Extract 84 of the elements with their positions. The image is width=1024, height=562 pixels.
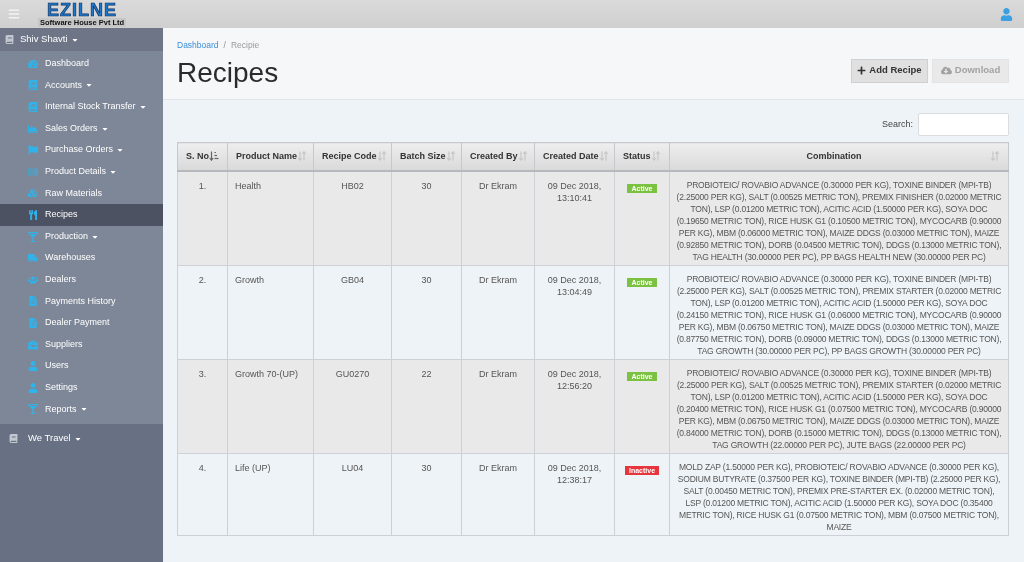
table-cell: Dr Ekram bbox=[461, 359, 535, 453]
area-chart-icon bbox=[27, 123, 38, 134]
table-cell: GU0270 bbox=[313, 359, 392, 453]
menu-icon[interactable] bbox=[8, 8, 20, 20]
table-cell: 2. bbox=[177, 265, 228, 359]
column-header[interactable]: S. No bbox=[177, 142, 228, 171]
sidebar-item[interactable]: Reports bbox=[0, 398, 163, 421]
column-header[interactable]: Created By bbox=[461, 142, 535, 171]
sidebar-item[interactable]: Raw Materials bbox=[0, 182, 163, 205]
sidebar-item[interactable]: Accounts bbox=[0, 74, 163, 97]
plus-icon bbox=[857, 66, 867, 75]
table-cell: 30 bbox=[391, 453, 462, 535]
page-title: Recipes bbox=[177, 57, 279, 89]
table-cell: GB04 bbox=[313, 265, 392, 359]
table-cell: 30 bbox=[391, 265, 462, 359]
document-icon bbox=[27, 317, 38, 328]
glass-icon bbox=[27, 404, 38, 415]
sidebar-group-toggle[interactable]: Shiv Shavti bbox=[0, 28, 163, 51]
table-cell: Dr Ekram bbox=[461, 453, 535, 535]
truck-icon bbox=[27, 253, 38, 264]
add-recipe-button[interactable]: Add Recipe bbox=[851, 58, 928, 83]
table-cell: Dr Ekram bbox=[461, 265, 535, 359]
table-cell: PROBIOTEIC/ ROVABIO ADVANCE (0.30000 PER KG), TOXINE BINDER (MPI-TB) (2.25000 PER KG), SALT (0.00525 METRIC TON), PREMIX FINISHER (0.02000 METRIC TON), LSP (0.01200 METRIC TON), ACITIC ACID (1.50000 PER KG), SOYA DOC (0.19650 METRIC TON), RICE HUSK G1 (0.10500 METRIC TON), MYCOCARB (0.90000 PER KG), MBM (0.06000 METRIC TON), MAIZE DDGS (0.03000 METRIC TON), MAIZE (0.92850 METRIC TON), DORB (0.04500 METRIC TON), DDGS (0.13000 METRIC TON), TAG HEALTH (30.00000 PER PC), PP BAGS HEALTH NEW (30.00000 PER PC) bbox=[669, 170, 1009, 265]
table-cell: 09 Dec 2018, 12:38:17 bbox=[534, 453, 615, 535]
user-icon[interactable] bbox=[1000, 7, 1013, 21]
table-cell: 09 Dec 2018, 13:10:41 bbox=[534, 170, 615, 265]
table-cell: HB02 bbox=[313, 170, 392, 265]
column-header[interactable]: Status bbox=[614, 142, 670, 171]
sidebar-item[interactable]: Internal Stock Transfer bbox=[0, 96, 163, 118]
search-field[interactable] bbox=[918, 113, 1009, 136]
search-label: Search: bbox=[881, 117, 913, 131]
table-cell: Health bbox=[227, 170, 314, 265]
book-icon bbox=[27, 102, 38, 112]
column-header[interactable]: Recipe Code bbox=[313, 142, 392, 171]
table-cell: 3. bbox=[177, 359, 228, 453]
table-cell: MOLD ZAP (1.50000 PER KG), PROBIOTEIC/ ROVABIO ADVANCE (0.30000 PER KG), SODIUM BUTYRATE (0.37500 PER KG), TOXINE BINDER (MPI-TB) (2.25000 PER KG), SALT (0.00450 METRIC TON), PREMIX PRE-STARTER EX. (0.02000 METRIC TON), LSP (0.01200 METRIC TON), ACITIC ACID (1.50000 PER KG), SOYA DOC (0.35400 METRIC TON), RICE HUSK G1 (0.07500 METRIC TON), MBM (0.07500 METRIC TON), MAIZE bbox=[669, 453, 1009, 535]
flag-icon bbox=[27, 145, 38, 156]
table-cell: PROBIOTEIC/ ROVABIO ADVANCE (0.30000 PER KG), TOXINE BINDER (MPI-TB) (2.25000 PER KG), SALT (0.00525 METRIC TON), PREMIX STARTER (0.02000 METRIC TON), LSP (0.01200 METRIC TON), ACITIC ACID (1.50000 PER KG), SOYA DOC (0.20400 METRIC TON), RICE HUSK G1 (0.07500 METRIC TON), MYCOCARB (0.90000 PER KG), MBM (0.06750 METRIC TON), MAIZE DDGS (0.03000 METRIC TON), MAIZE (0.84000 METRIC TON), DORB (0.15000 METRIC TON), DDGS (0.13000 METRIC TON), TAG GROWTH (22.00000 PER PC), JUTE BAGS (22.00000 PER PC) bbox=[669, 359, 1009, 453]
cloud-download-icon bbox=[940, 65, 952, 76]
column-header[interactable]: Combination bbox=[669, 142, 1009, 171]
sidebar-item[interactable]: Warehouses bbox=[0, 247, 163, 269]
sidebar-item[interactable]: Product Details bbox=[0, 160, 163, 183]
sidebar-item[interactable]: Suppliers bbox=[0, 333, 163, 356]
briefcase-icon bbox=[27, 339, 38, 350]
table-cell: 1. bbox=[177, 170, 228, 265]
table-cell: LU04 bbox=[313, 453, 392, 535]
sidebar-item[interactable]: Settings bbox=[0, 376, 163, 399]
sidebar-item[interactable]: Users bbox=[0, 355, 163, 377]
dashboard-icon bbox=[27, 58, 38, 69]
column-header[interactable]: Created Date bbox=[534, 142, 615, 171]
table-cell: 09 Dec 2018, 12:56:20 bbox=[534, 359, 615, 453]
sidebar-item[interactable]: Production bbox=[0, 225, 163, 248]
sidebar-item[interactable]: Recipes bbox=[0, 204, 163, 226]
table-cell: Dr Ekram bbox=[461, 170, 535, 265]
fork-knife-icon bbox=[27, 209, 38, 220]
table-cell: 09 Dec 2018, 13:04:49 bbox=[534, 265, 615, 359]
table-cell: 4. bbox=[177, 453, 228, 535]
breadcrumb-separator: / bbox=[223, 40, 226, 51]
sidebar-item[interactable]: Dealer Payment bbox=[0, 312, 163, 334]
table-cell: PROBIOTEIC/ ROVABIO ADVANCE (0.30000 PER KG), TOXINE BINDER (MPI-TB) (2.25000 PER KG), SALT (0.00525 METRIC TON), PREMIX STARTER (0.02000 METRIC TON), LSP (0.01200 METRIC TON), ACITIC ACID (1.50000 PER KG), SOYA DOC (0.24150 METRIC TON), RICE HUSK G1 (0.06000 METRIC TON), MYCOCARB (0.90000 PER KG), MBM (0.06750 METRIC TON), MAIZE DDGS (0.03000 METRIC TON), MAIZE (0.87750 METRIC TON), DORB (0.09000 METRIC TON), DDGS (0.13000 METRIC TON), TAG GROWTH (30.00000 PER PC), PP BAGS GROWTH (30.00000 PER PC) bbox=[669, 265, 1009, 359]
breadcrumb-current: Recipie bbox=[230, 40, 260, 51]
table-cell: Growth 70-(UP) bbox=[227, 359, 314, 453]
table-cell: 30 bbox=[391, 170, 462, 265]
book-icon bbox=[5, 35, 14, 44]
table-cell: Life (UP) bbox=[227, 453, 314, 535]
cubes-icon bbox=[27, 188, 38, 199]
book-icon bbox=[9, 434, 18, 444]
sidebar-item[interactable]: Purchase Orders bbox=[0, 139, 163, 161]
sidebar-item[interactable]: Dealers bbox=[0, 268, 163, 291]
sidebar-item[interactable]: Sales Orders bbox=[0, 117, 163, 140]
book-icon bbox=[27, 80, 38, 91]
breadcrumb-link[interactable]: Dashboard bbox=[177, 40, 219, 51]
table-cell: Growth bbox=[227, 265, 314, 359]
user-icon bbox=[27, 361, 38, 372]
document-icon bbox=[27, 296, 38, 307]
column-header[interactable]: Product Name bbox=[227, 142, 314, 171]
users-icon bbox=[27, 274, 38, 285]
sidebar-item[interactable]: Payments History bbox=[0, 290, 163, 313]
table-cell: 22 bbox=[391, 359, 462, 453]
column-header[interactable]: Batch Size bbox=[391, 142, 462, 171]
user-icon bbox=[27, 382, 38, 393]
logo-wordmark: EZILNE bbox=[47, 1, 118, 18]
sidebar-item[interactable]: Dashboard bbox=[0, 53, 163, 75]
glass-icon bbox=[27, 231, 38, 242]
